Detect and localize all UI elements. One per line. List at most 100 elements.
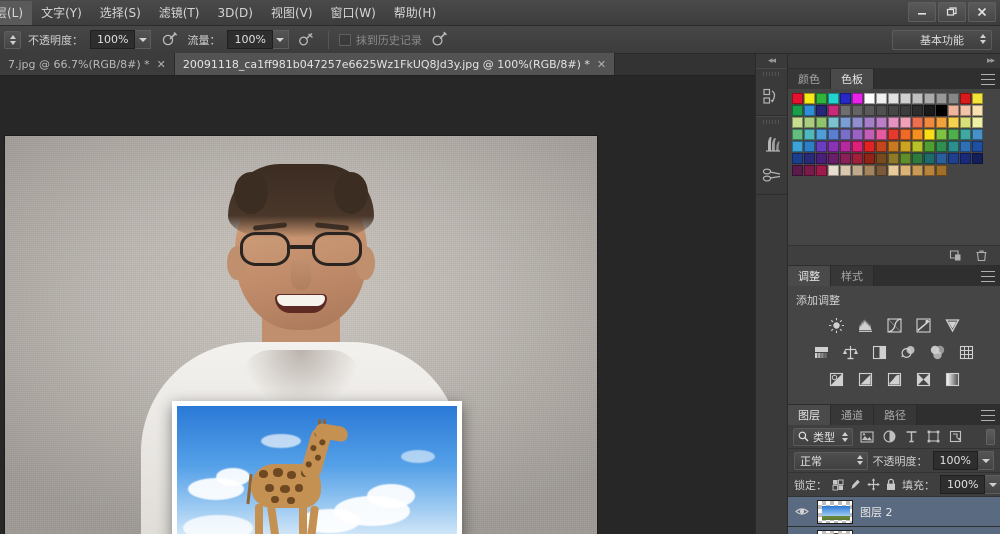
color-swatch[interactable] bbox=[936, 129, 947, 140]
color-swatch[interactable] bbox=[840, 117, 851, 128]
menu-filter[interactable]: 滤镜(T) bbox=[150, 1, 209, 25]
color-swatch[interactable] bbox=[876, 105, 887, 116]
color-swatch[interactable] bbox=[972, 141, 983, 152]
color-swatch[interactable] bbox=[876, 141, 887, 152]
airbrush-button[interactable] bbox=[296, 29, 318, 51]
color-swatch[interactable] bbox=[816, 141, 827, 152]
color-swatch[interactable] bbox=[816, 153, 827, 164]
flow-value[interactable]: 100% bbox=[227, 30, 273, 49]
color-swatch[interactable] bbox=[948, 153, 959, 164]
brightness-contrast-icon[interactable] bbox=[826, 315, 846, 335]
color-swatch[interactable] bbox=[876, 93, 887, 104]
color-swatch[interactable] bbox=[852, 153, 863, 164]
black-white-icon[interactable] bbox=[870, 342, 890, 362]
color-swatch[interactable] bbox=[960, 93, 971, 104]
color-swatch[interactable] bbox=[804, 165, 815, 176]
color-swatch[interactable] bbox=[888, 141, 899, 152]
tab-paths[interactable]: 路径 bbox=[874, 405, 917, 425]
new-swatch-icon[interactable] bbox=[948, 249, 962, 263]
color-swatch[interactable] bbox=[852, 141, 863, 152]
color-swatch[interactable] bbox=[900, 105, 911, 116]
flow-field[interactable]: 100% bbox=[227, 30, 289, 49]
color-swatch[interactable] bbox=[852, 117, 863, 128]
color-swatch[interactable] bbox=[900, 165, 911, 176]
workspace-selector[interactable]: 基本功能 bbox=[892, 30, 992, 50]
color-swatch[interactable] bbox=[912, 105, 923, 116]
color-swatch[interactable] bbox=[936, 153, 947, 164]
layer-fill-value[interactable]: 100% bbox=[940, 475, 986, 494]
posterize-icon[interactable] bbox=[855, 369, 875, 389]
color-swatch[interactable] bbox=[948, 129, 959, 140]
gradient-map-icon[interactable] bbox=[942, 369, 962, 389]
color-swatch[interactable] bbox=[828, 105, 839, 116]
color-swatch[interactable] bbox=[912, 129, 923, 140]
color-swatch[interactable] bbox=[900, 153, 911, 164]
color-swatch[interactable] bbox=[828, 129, 839, 140]
lock-transparency-icon[interactable] bbox=[832, 477, 844, 493]
layer-filter-kind-select[interactable]: 类型 bbox=[793, 427, 853, 446]
color-swatch[interactable] bbox=[900, 117, 911, 128]
panel-menu-icon[interactable] bbox=[981, 271, 995, 282]
color-swatch[interactable] bbox=[924, 117, 935, 128]
color-swatch[interactable] bbox=[960, 129, 971, 140]
levels-icon[interactable] bbox=[855, 315, 875, 335]
color-swatch[interactable] bbox=[816, 93, 827, 104]
opacity-pressure-button[interactable] bbox=[158, 29, 180, 51]
color-swatch[interactable] bbox=[804, 153, 815, 164]
color-swatch[interactable] bbox=[792, 93, 803, 104]
brush-preset-stepper[interactable] bbox=[4, 30, 21, 49]
color-swatch[interactable] bbox=[828, 93, 839, 104]
opacity-value[interactable]: 100% bbox=[90, 30, 136, 49]
color-swatch[interactable] bbox=[888, 93, 899, 104]
shape-filter-icon[interactable] bbox=[925, 429, 941, 445]
menu-window[interactable]: 窗口(W) bbox=[322, 1, 385, 25]
color-swatch[interactable] bbox=[912, 93, 923, 104]
canvas-area[interactable] bbox=[0, 76, 755, 534]
close-icon[interactable]: ✕ bbox=[157, 59, 166, 70]
color-swatch[interactable] bbox=[828, 141, 839, 152]
color-swatch[interactable] bbox=[900, 93, 911, 104]
color-swatch[interactable] bbox=[912, 141, 923, 152]
color-swatch[interactable] bbox=[972, 105, 983, 116]
color-swatch[interactable] bbox=[912, 117, 923, 128]
color-swatch[interactable] bbox=[792, 117, 803, 128]
color-swatch[interactable] bbox=[960, 105, 971, 116]
layer-opacity-dropdown[interactable] bbox=[978, 451, 994, 470]
color-swatch[interactable] bbox=[840, 141, 851, 152]
color-swatch[interactable] bbox=[924, 105, 935, 116]
color-swatch[interactable] bbox=[840, 93, 851, 104]
tab-color[interactable]: 颜色 bbox=[788, 69, 831, 89]
lock-all-icon[interactable] bbox=[885, 477, 897, 493]
color-swatch[interactable] bbox=[792, 129, 803, 140]
menu-select[interactable]: 选择(S) bbox=[91, 1, 150, 25]
layer-fill-field[interactable]: 100% bbox=[940, 475, 1000, 494]
color-swatch[interactable] bbox=[960, 141, 971, 152]
color-swatch[interactable] bbox=[864, 165, 875, 176]
color-swatch[interactable] bbox=[924, 141, 935, 152]
layer-opacity-field[interactable]: 100% bbox=[932, 451, 994, 470]
drag-handle[interactable] bbox=[762, 120, 781, 124]
tab-adjustments[interactable]: 调整 bbox=[788, 266, 831, 286]
color-swatch[interactable] bbox=[960, 117, 971, 128]
color-swatch[interactable] bbox=[948, 105, 959, 116]
color-swatch[interactable] bbox=[936, 117, 947, 128]
color-swatch[interactable] bbox=[804, 105, 815, 116]
color-swatch[interactable] bbox=[792, 153, 803, 164]
color-swatch[interactable] bbox=[804, 93, 815, 104]
color-swatch[interactable] bbox=[924, 129, 935, 140]
swatches-body[interactable] bbox=[788, 89, 1000, 245]
channel-mixer-icon[interactable] bbox=[928, 342, 948, 362]
color-swatch[interactable] bbox=[804, 129, 815, 140]
color-swatch[interactable] bbox=[828, 165, 839, 176]
adjustment-filter-icon[interactable] bbox=[881, 429, 897, 445]
photo-filter-icon[interactable] bbox=[899, 342, 919, 362]
panel-menu-icon[interactable] bbox=[981, 74, 995, 85]
menu-help[interactable]: 帮助(H) bbox=[385, 1, 445, 25]
layer-thumbnail[interactable] bbox=[817, 529, 853, 534]
color-swatch[interactable] bbox=[912, 165, 923, 176]
history-icon[interactable] bbox=[759, 83, 785, 109]
color-swatch[interactable] bbox=[924, 93, 935, 104]
menu-view[interactable]: 视图(V) bbox=[262, 1, 322, 25]
color-swatch[interactable] bbox=[792, 165, 803, 176]
minimize-button[interactable] bbox=[908, 2, 936, 22]
